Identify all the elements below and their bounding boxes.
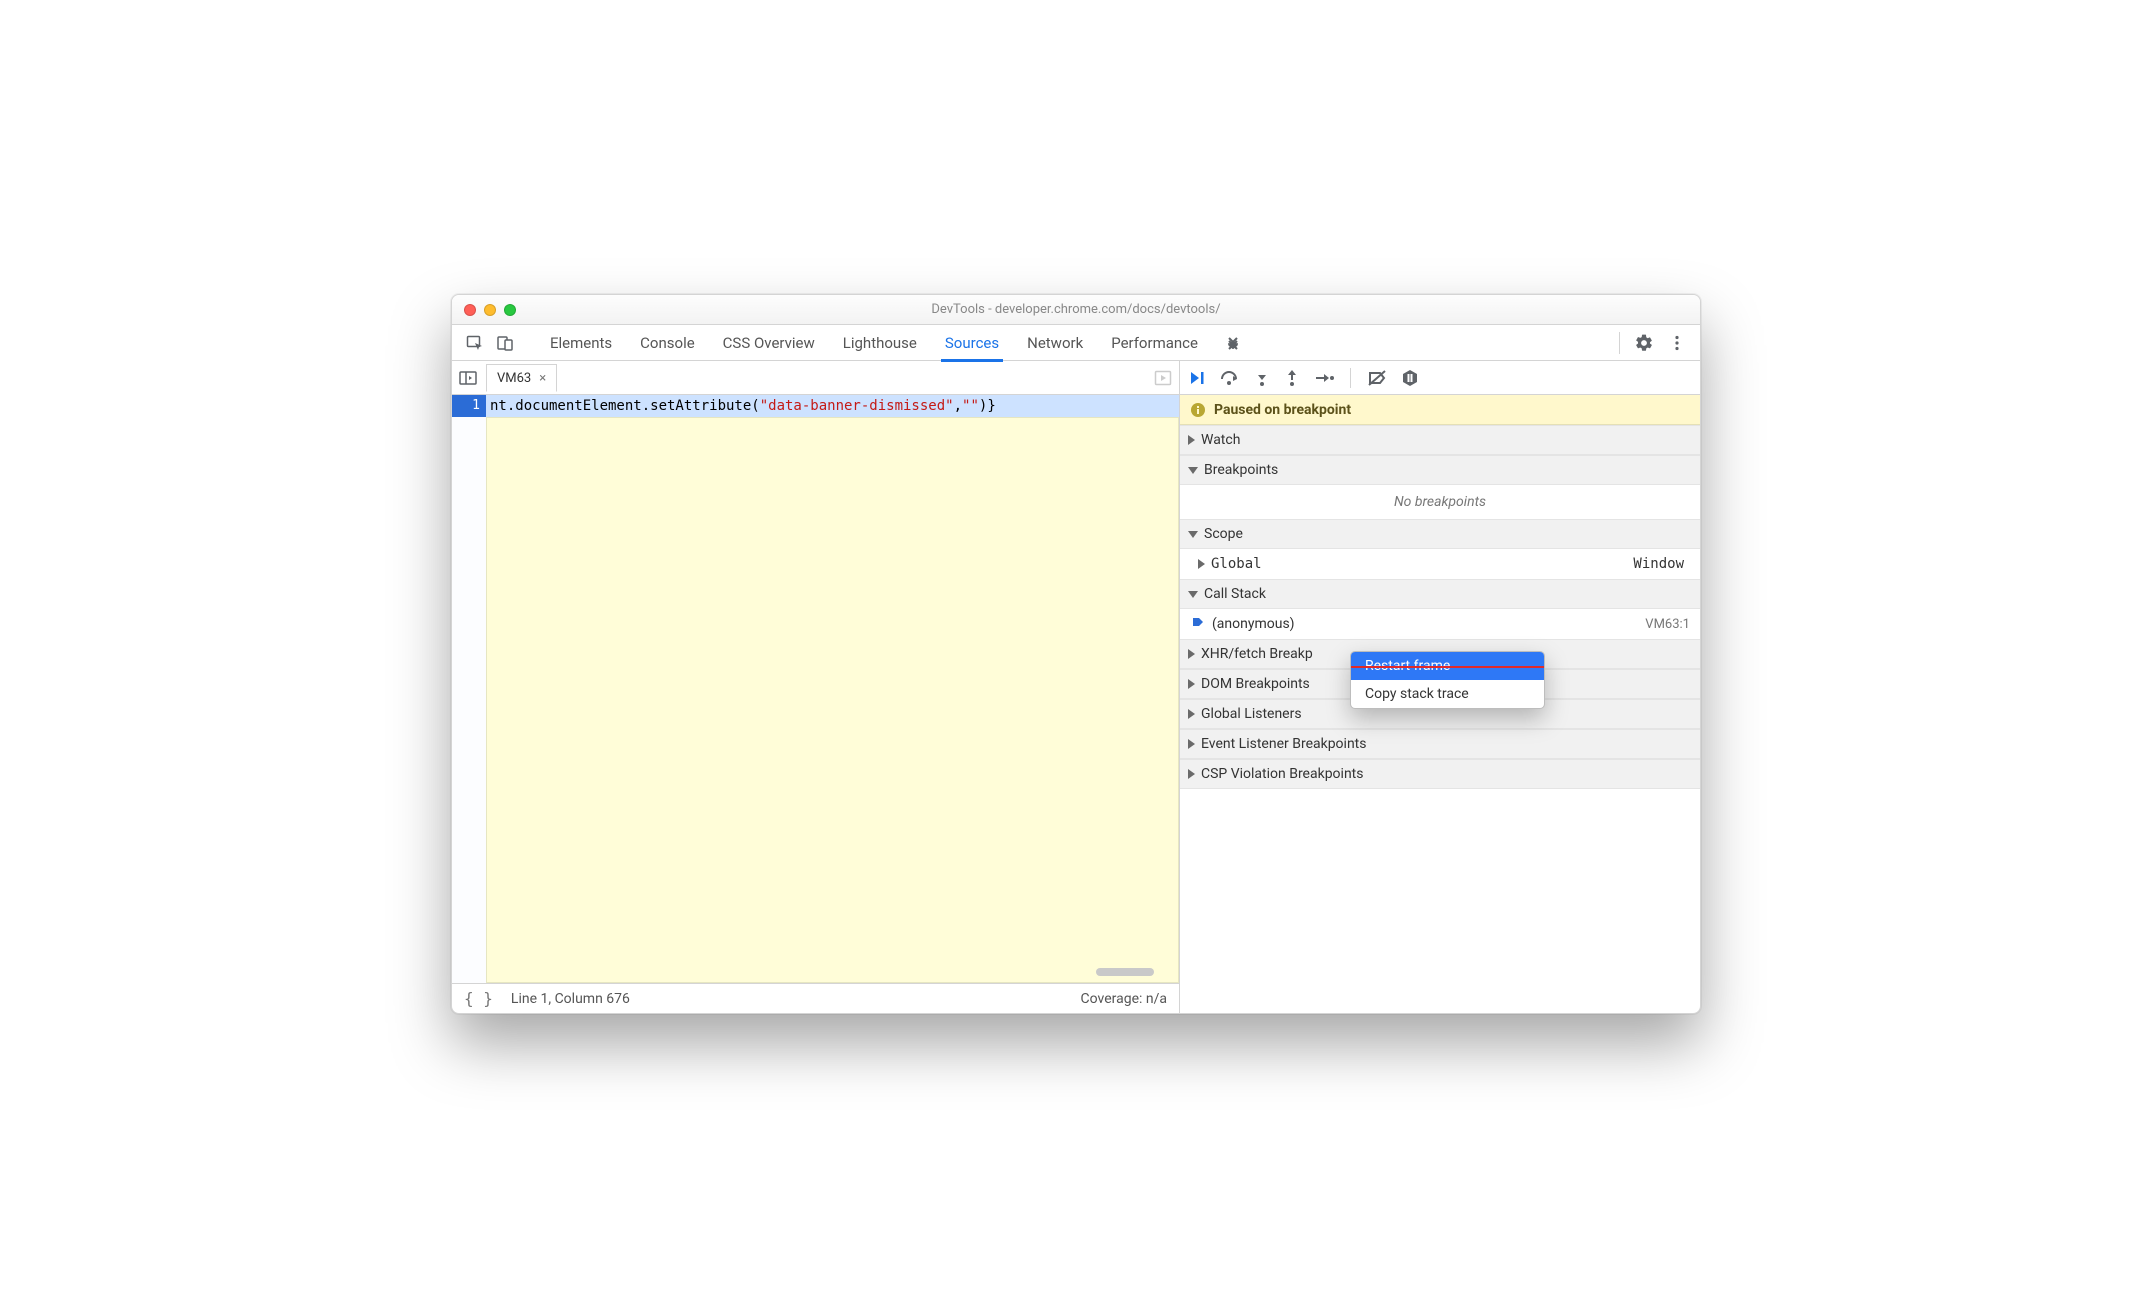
minimize-window-button[interactable] xyxy=(484,304,496,316)
close-window-button[interactable] xyxy=(464,304,476,316)
section-csp-violation-breakpoints[interactable]: CSP Violation Breakpoints xyxy=(1180,759,1700,789)
editor-statusbar: { } Line 1, Column 676 Coverage: n/a xyxy=(452,983,1179,1013)
collapse-icon xyxy=(1188,531,1198,538)
editor-gutter: 1 xyxy=(452,395,486,983)
devtools-window: DevTools - developer.chrome.com/docs/dev… xyxy=(451,294,1701,1014)
resume-icon[interactable] xyxy=(1188,369,1206,387)
pretty-print-icon[interactable]: { } xyxy=(464,989,493,1008)
scope-global-value: Window xyxy=(1633,556,1692,572)
inspect-element-icon[interactable] xyxy=(466,334,484,352)
debugger-toolbar xyxy=(1180,361,1700,395)
line-number[interactable]: 1 xyxy=(452,395,486,417)
expand-icon xyxy=(1188,649,1195,659)
section-csp-label: CSP Violation Breakpoints xyxy=(1201,766,1363,782)
sources-file-tabs: VM63 × xyxy=(452,361,1179,395)
expand-icon xyxy=(1188,679,1195,689)
expand-icon xyxy=(1188,769,1195,779)
run-snippet-icon[interactable] xyxy=(1153,368,1173,388)
coverage-status: Coverage: n/a xyxy=(1081,991,1167,1007)
strike-through-annotation xyxy=(1350,666,1545,668)
step-over-icon[interactable] xyxy=(1220,369,1240,387)
code-editor[interactable]: 1 nt.documentElement.setAttribute("data-… xyxy=(452,395,1179,983)
section-watch[interactable]: Watch xyxy=(1180,425,1700,455)
frame-name: (anonymous) xyxy=(1212,616,1295,632)
step-into-icon[interactable] xyxy=(1254,369,1270,387)
section-global-listeners-label: Global Listeners xyxy=(1201,706,1302,722)
expand-icon xyxy=(1188,739,1195,749)
tab-performance[interactable]: Performance xyxy=(1111,325,1198,361)
tab-sources[interactable]: Sources xyxy=(945,325,999,361)
pause-on-exceptions-icon[interactable] xyxy=(1401,369,1419,387)
panels: VM63 × 1 nt.document xyxy=(452,361,1700,1013)
section-breakpoints-label: Breakpoints xyxy=(1204,462,1278,478)
window-controls xyxy=(452,304,516,316)
current-frame-icon xyxy=(1192,616,1204,632)
section-xhr-label: XHR/fetch Breakp xyxy=(1201,646,1313,662)
collapse-icon xyxy=(1188,591,1198,598)
more-tabs-icon[interactable] xyxy=(1226,336,1240,350)
horizontal-scrollbar-thumb[interactable] xyxy=(1096,968,1154,976)
execution-highlight-area xyxy=(486,417,1179,983)
file-tab-vm63[interactable]: VM63 × xyxy=(486,364,557,392)
cursor-position: Line 1, Column 676 xyxy=(511,991,630,1007)
section-scope[interactable]: Scope xyxy=(1180,519,1700,549)
device-toolbar-icon[interactable] xyxy=(496,334,514,352)
expand-icon xyxy=(1188,435,1195,445)
file-tab-label: VM63 xyxy=(497,371,531,386)
scope-global-label: Global xyxy=(1211,556,1262,572)
section-dom-label: DOM Breakpoints xyxy=(1201,676,1310,692)
frame-location: VM63:1 xyxy=(1645,617,1690,632)
paused-banner: Paused on breakpoint xyxy=(1180,395,1700,425)
debugger-pane: Paused on breakpoint Watch Breakpoints N… xyxy=(1180,361,1700,1013)
code-area: nt.documentElement.setAttribute("data-ba… xyxy=(486,395,1179,983)
step-icon[interactable] xyxy=(1314,369,1334,387)
collapse-icon xyxy=(1188,467,1198,474)
expand-icon xyxy=(1188,709,1195,719)
code-line-1[interactable]: nt.documentElement.setAttribute("data-ba… xyxy=(486,395,1179,417)
devtools-tabbar: Elements Console CSS Overview Lighthouse… xyxy=(452,325,1700,361)
zoom-window-button[interactable] xyxy=(504,304,516,316)
sources-pane: VM63 × 1 nt.document xyxy=(452,361,1180,1013)
kebab-menu-icon[interactable] xyxy=(1668,334,1686,352)
navigator-toggle-icon[interactable] xyxy=(458,368,478,388)
settings-icon[interactable] xyxy=(1634,333,1654,353)
scope-global-row[interactable]: Global Window xyxy=(1180,549,1700,579)
menu-item-copy-stack-trace[interactable]: Copy stack trace xyxy=(1351,680,1544,708)
no-breakpoints-message: No breakpoints xyxy=(1180,485,1700,519)
section-breakpoints[interactable]: Breakpoints xyxy=(1180,455,1700,485)
info-icon xyxy=(1190,402,1206,418)
expand-icon xyxy=(1198,559,1205,569)
tab-elements[interactable]: Elements xyxy=(550,325,612,361)
window-titlebar: DevTools - developer.chrome.com/docs/dev… xyxy=(452,295,1700,325)
tab-lighthouse[interactable]: Lighthouse xyxy=(843,325,917,361)
section-callstack-label: Call Stack xyxy=(1204,586,1266,602)
paused-label: Paused on breakpoint xyxy=(1214,402,1351,418)
tab-network[interactable]: Network xyxy=(1027,325,1083,361)
section-event-listener-breakpoints[interactable]: Event Listener Breakpoints xyxy=(1180,729,1700,759)
tab-css-overview[interactable]: CSS Overview xyxy=(723,325,815,361)
step-out-icon[interactable] xyxy=(1284,369,1300,387)
tab-console[interactable]: Console xyxy=(640,325,695,361)
window-title: DevTools - developer.chrome.com/docs/dev… xyxy=(452,302,1700,317)
section-event-listener-label: Event Listener Breakpoints xyxy=(1201,736,1366,752)
callstack-frame-row[interactable]: (anonymous) VM63:1 xyxy=(1180,609,1700,639)
callstack-context-menu: Restart frame Copy stack trace xyxy=(1350,651,1545,709)
section-scope-label: Scope xyxy=(1204,526,1243,542)
section-watch-label: Watch xyxy=(1201,432,1240,448)
deactivate-breakpoints-icon[interactable] xyxy=(1367,369,1387,387)
close-file-tab-icon[interactable]: × xyxy=(539,371,546,386)
section-callstack[interactable]: Call Stack xyxy=(1180,579,1700,609)
